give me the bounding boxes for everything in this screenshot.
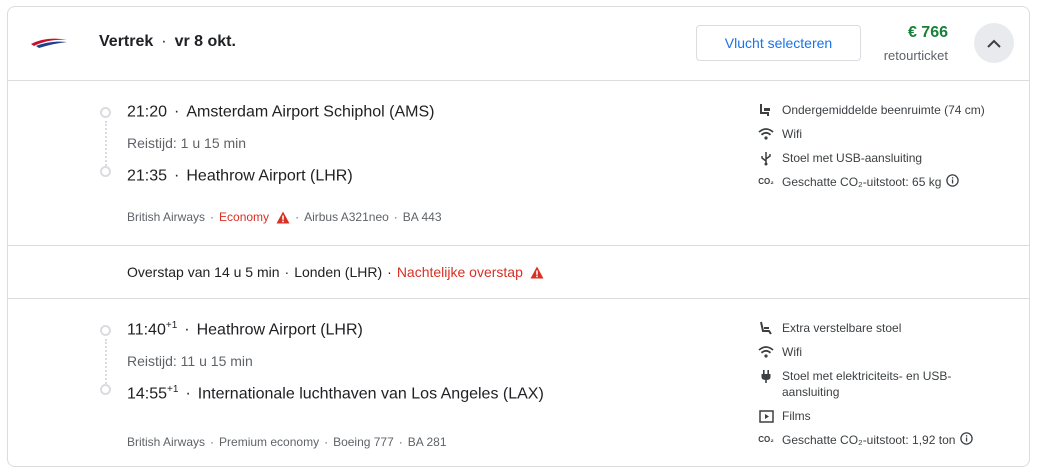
wifi-icon xyxy=(758,344,774,360)
arrival-airport: Internationale luchthaven van Los Angele… xyxy=(197,385,544,403)
timeline xyxy=(100,325,112,405)
select-flight-button[interactable]: Vlucht selecteren xyxy=(696,25,861,61)
amenity-label: Extra verstelbare stoel xyxy=(782,321,902,335)
amenity-co2: CO₂ Geschatte CO₂-uitstoot: 65 kg xyxy=(758,174,960,190)
flight-number: BA 281 xyxy=(407,435,447,449)
amenity-usb: Stoel met USB-aansluiting xyxy=(758,150,922,166)
departure-line: 11:40+1 · Heathrow Airport (LHR) xyxy=(127,320,363,339)
amenity-label: Ondergemiddelde beenruimte (74 cm) xyxy=(782,103,985,117)
amenity-label: Wifi xyxy=(782,127,802,141)
timeline-dots xyxy=(105,121,107,169)
flight-number: BA 443 xyxy=(402,210,442,224)
warning-icon[interactable] xyxy=(276,211,290,224)
price-value: € 766 xyxy=(907,24,948,41)
amenity-power: Stoel met elektriciteits- en USB-aanslui… xyxy=(758,368,958,400)
collapse-button[interactable] xyxy=(974,23,1014,63)
layover-row: Overstap van 14 u 5 min · Londen (LHR) · Nac… xyxy=(8,245,1029,299)
flight-header[interactable]: Vertrek · vr 8 okt. Vlucht selecteren € 76… xyxy=(8,7,1029,81)
departure-circle-icon xyxy=(100,325,111,336)
aircraft-type: Boeing 777 xyxy=(333,435,394,449)
departure-airport: Amsterdam Airport Schiphol (AMS) xyxy=(186,103,435,121)
amenity-wifi: Wifi xyxy=(758,344,802,360)
flight-meta: British Airways · Economy · Airbus A321neo ·… xyxy=(127,210,442,224)
amenity-label: Geschatte CO₂-uitstoot: 1,92 ton xyxy=(782,433,956,447)
wifi-icon xyxy=(758,126,774,142)
flight-meta: British Airways · Premium economy · Boeing 7… xyxy=(127,435,447,449)
travel-duration: Reistijd: 1 u 15 min xyxy=(127,135,247,151)
separator-dot: · xyxy=(161,33,167,50)
british-airways-logo-icon xyxy=(31,38,67,48)
price-block: € 766 retourticket xyxy=(884,24,948,63)
flight-date: vr 8 okt. xyxy=(174,33,236,50)
flight-card: Vertrek · vr 8 okt. Vlucht selecteren € 76… xyxy=(7,6,1030,467)
warning-icon[interactable] xyxy=(530,266,544,279)
direction-label: Vertrek xyxy=(99,33,154,50)
legroom-icon xyxy=(758,102,774,118)
co2-icon: CO₂ xyxy=(758,435,774,444)
cabin-class: Premium economy xyxy=(219,435,320,449)
amenity-recline: Extra verstelbare stoel xyxy=(758,320,901,336)
usb-icon xyxy=(758,150,774,166)
amenity-wifi: Wifi xyxy=(758,126,802,142)
departure-time: 11:40 xyxy=(127,321,166,339)
cabin-class: Economy xyxy=(219,210,270,224)
amenity-co2: CO₂ Geschatte CO₂-uitstoot: 1,92 ton xyxy=(758,432,974,448)
departure-circle-icon xyxy=(100,107,111,118)
arrival-line: 14:55+1 · Internationale luchthaven van Lo… xyxy=(127,384,544,403)
arrival-day-offset: +1 xyxy=(167,384,179,395)
airline-name: British Airways xyxy=(127,210,206,224)
price-note: retourticket xyxy=(883,48,948,63)
departure-line: 21:20 · Amsterdam Airport Schiphol (AMS) xyxy=(127,103,435,121)
departure-time: 21:20 xyxy=(127,103,168,121)
power-plug-icon xyxy=(758,368,774,384)
timeline xyxy=(100,107,112,187)
co2-icon: CO₂ xyxy=(758,177,774,186)
amenity-label: Stoel met elektriciteits- en USB-aanslui… xyxy=(782,369,952,399)
layover-info: Overstap van 14 u 5 min · Londen (LHR) · Nac… xyxy=(127,264,544,280)
amenity-label: Geschatte CO₂-uitstoot: 65 kg xyxy=(782,175,942,189)
amenity-films: Films xyxy=(758,408,811,424)
recline-seat-icon xyxy=(758,320,774,336)
amenity-label: Films xyxy=(782,409,811,423)
info-icon[interactable] xyxy=(946,174,960,187)
amenity-label: Stoel met USB-aansluiting xyxy=(782,151,923,165)
departure-day-offset: +1 xyxy=(165,320,178,331)
airline-name: British Airways xyxy=(127,435,206,449)
info-icon[interactable] xyxy=(960,432,974,445)
layover-city: Londen (LHR) xyxy=(294,264,383,280)
arrival-circle-icon xyxy=(100,384,111,395)
film-icon xyxy=(758,408,774,424)
arrival-time: 14:55 xyxy=(127,385,168,403)
amenity-label: Wifi xyxy=(782,345,802,359)
layover-duration: Overstap van 14 u 5 min xyxy=(127,264,280,280)
arrival-time: 21:35 xyxy=(127,167,168,185)
chevron-up-icon xyxy=(987,39,1001,48)
aircraft-type: Airbus A321neo xyxy=(304,210,389,224)
amenity-legroom: Ondergemiddelde beenruimte (74 cm) xyxy=(758,102,985,118)
travel-duration: Reistijd: 11 u 15 min xyxy=(127,353,253,369)
arrival-line: 21:35 · Heathrow Airport (LHR) xyxy=(127,167,353,185)
timeline-dots xyxy=(105,339,107,387)
flight-title: Vertrek · vr 8 okt. xyxy=(99,33,236,51)
arrival-airport: Heathrow Airport (LHR) xyxy=(186,167,353,185)
departure-airport: Heathrow Airport (LHR) xyxy=(196,321,363,339)
layover-warning: Nachtelijke overstap xyxy=(396,264,523,280)
arrival-circle-icon xyxy=(100,166,111,177)
